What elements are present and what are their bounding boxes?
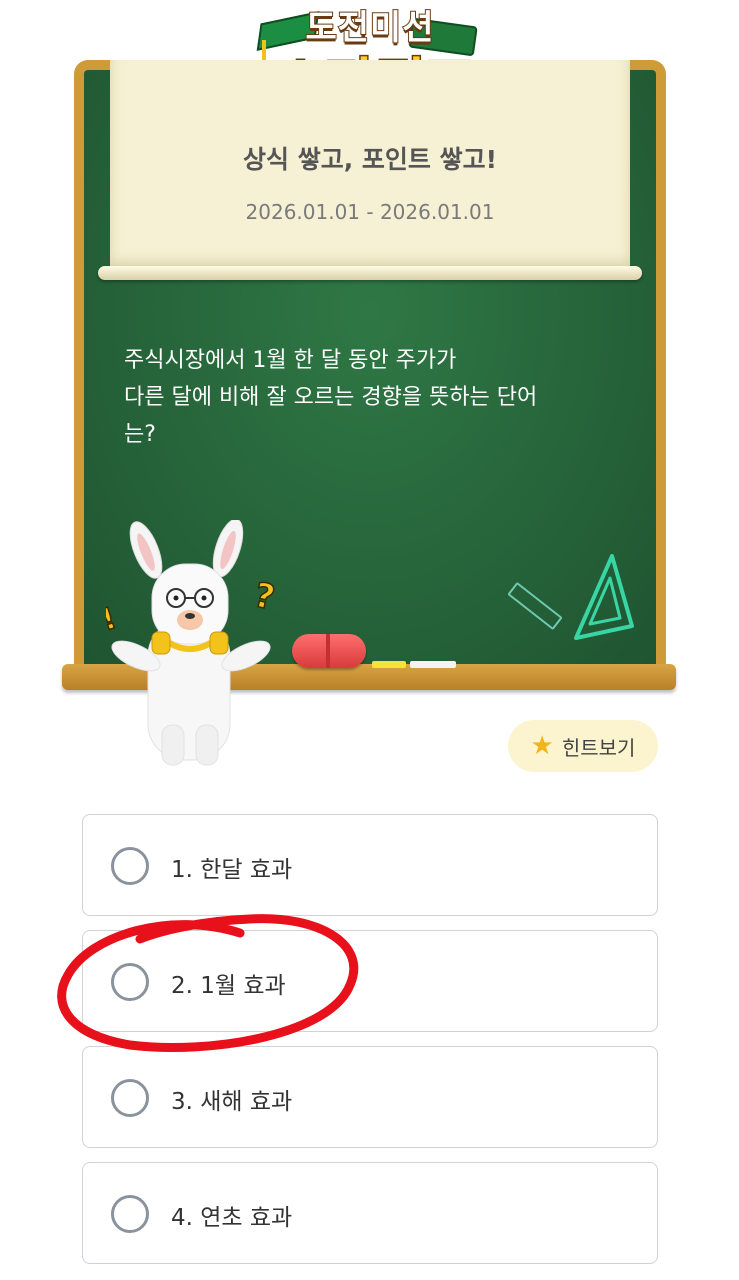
radio-button[interactable]	[111, 1195, 149, 1233]
hint-button[interactable]: ★ 힌트보기	[508, 720, 658, 772]
eraser-icon	[292, 634, 366, 668]
answer-option-4[interactable]: 4. 연초 효과	[82, 1162, 658, 1264]
svg-text:?: ?	[251, 575, 276, 618]
radio-button[interactable]	[111, 963, 149, 1001]
radio-button[interactable]	[111, 1079, 149, 1117]
radio-button[interactable]	[111, 847, 149, 885]
white-chalk	[410, 661, 456, 668]
svg-text:!: !	[106, 601, 121, 639]
answer-option-label: 3. 새해 효과	[171, 1089, 293, 1115]
answer-option-2[interactable]: 2. 1월 효과	[82, 930, 658, 1032]
answer-option-3[interactable]: 3. 새해 효과	[82, 1046, 658, 1148]
answer-option-label: 1. 한달 효과	[171, 857, 293, 883]
quiz-date-range: 2026.01.01 - 2026.01.01	[245, 200, 495, 224]
answer-option-label: 4. 연초 효과	[171, 1205, 293, 1231]
paper-rod	[98, 266, 642, 280]
answer-option-label: 2. 1월 효과	[171, 973, 286, 999]
star-icon: ★	[530, 731, 554, 761]
quiz-question: 주식시장에서 1월 한 달 동안 주가가 다른 달에 비해 잘 오르는 경향을 …	[124, 348, 538, 447]
answer-option-1[interactable]: 1. 한달 효과	[82, 814, 658, 916]
yellow-chalk	[372, 661, 406, 668]
alpaca-mascot: ! ?	[106, 520, 276, 766]
hint-button-label: 힌트보기	[561, 735, 636, 760]
quiz-title: 상식 쌓고, 포인트 쌓고!	[242, 145, 497, 174]
chalk-triangle-ruler-icon	[574, 554, 634, 640]
